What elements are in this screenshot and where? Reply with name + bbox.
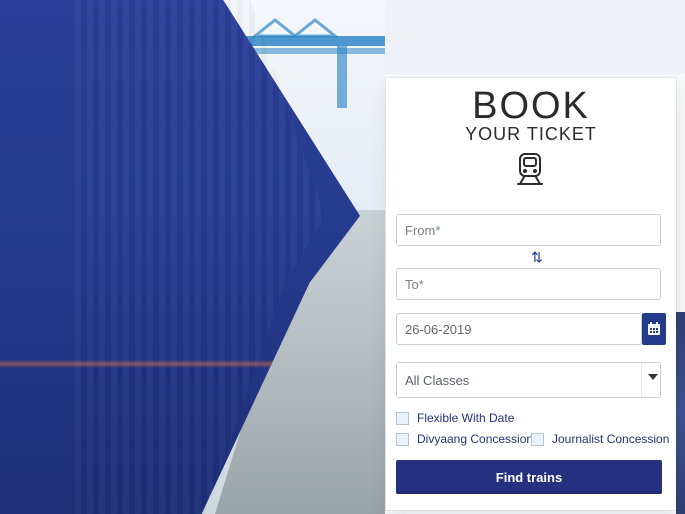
calendar-button[interactable] bbox=[642, 313, 666, 345]
from-input[interactable]: From* bbox=[396, 214, 661, 246]
to-input[interactable]: To* bbox=[396, 268, 661, 300]
swap-icon[interactable]: ⇅ bbox=[528, 249, 546, 265]
to-placeholder: To* bbox=[405, 276, 424, 292]
train-icon bbox=[517, 153, 543, 185]
title-book: BOOK bbox=[472, 85, 590, 127]
checkbox-flexible-label: Flexible With Date bbox=[417, 411, 515, 425]
checkbox-divyaang-label: Divyaang Concession bbox=[417, 432, 534, 446]
booking-card: BOOK YOUR TICKET From* ⇅ To* 26-06-2019 bbox=[386, 78, 676, 510]
from-placeholder: From* bbox=[405, 222, 441, 238]
date-input[interactable]: 26-06-2019 bbox=[396, 313, 642, 345]
class-select[interactable]: All Classes bbox=[396, 362, 661, 398]
class-selected-value: All Classes bbox=[405, 372, 470, 388]
select-divider bbox=[641, 363, 642, 397]
checkbox-square[interactable] bbox=[531, 432, 544, 446]
title-your-ticket: YOUR TICKET bbox=[465, 124, 597, 144]
checkbox-flexible-with-date[interactable]: Flexible With Date bbox=[396, 411, 514, 425]
checkbox-journalist-label: Journalist Concession bbox=[552, 432, 670, 446]
checkbox-square[interactable] bbox=[396, 432, 409, 446]
hero-background bbox=[0, 0, 385, 514]
checkbox-divyaang-concession[interactable]: Divyaang Concession bbox=[396, 432, 533, 446]
checkbox-square[interactable] bbox=[396, 411, 409, 425]
calendar-icon bbox=[648, 322, 660, 335]
right-edge-photo bbox=[676, 312, 685, 514]
chevron-down-icon[interactable] bbox=[648, 374, 658, 380]
checkbox-journalist-concession[interactable]: Journalist Concession bbox=[531, 432, 669, 446]
find-trains-label: Find trains bbox=[495, 469, 563, 485]
date-value: 26-06-2019 bbox=[405, 321, 472, 337]
right-top-area bbox=[385, 0, 685, 74]
find-trains-button[interactable]: Find trains bbox=[396, 460, 662, 494]
booking-title: BOOK YOUR TICKET bbox=[386, 86, 676, 144]
